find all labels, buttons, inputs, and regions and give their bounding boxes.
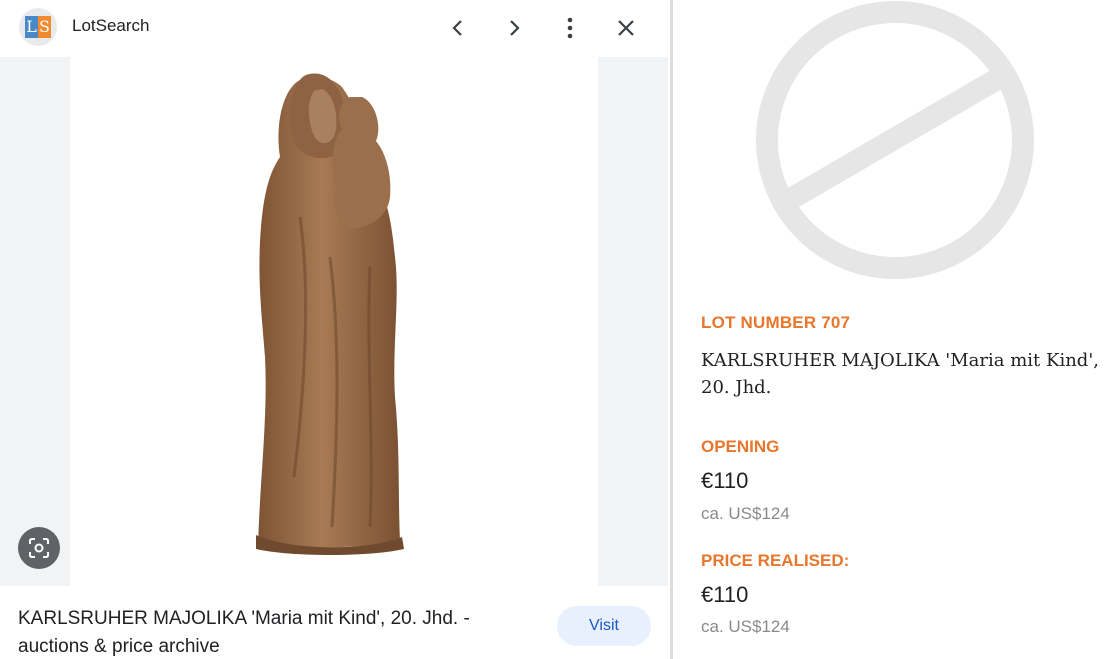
- chevron-right-icon: [510, 20, 520, 36]
- visual-search-button[interactable]: [18, 527, 60, 569]
- no-image-icon: [756, 1, 1034, 279]
- close-button[interactable]: [610, 12, 642, 44]
- price-realised-value: €110: [701, 582, 749, 607]
- more-options-button[interactable]: [554, 12, 586, 44]
- image-caption[interactable]: KARLSRUHER MAJOLIKA 'Maria mit Kind', 20…: [18, 605, 518, 659]
- logo-letter-s: S: [38, 16, 51, 38]
- lot-number: LOT NUMBER 707: [701, 313, 851, 332]
- site-logo[interactable]: L S: [19, 8, 57, 46]
- price-realised-usd: ca. US$124: [701, 617, 790, 636]
- preview-image[interactable]: [70, 57, 598, 586]
- logo-letter-l: L: [25, 16, 38, 38]
- more-vert-icon: [567, 17, 573, 39]
- price-realised-label: PRICE REALISED:: [701, 551, 850, 570]
- opening-label: OPENING: [701, 437, 780, 456]
- image-area: [0, 57, 668, 586]
- lens-icon: [29, 538, 49, 558]
- next-button[interactable]: [498, 12, 530, 44]
- previous-button[interactable]: [442, 12, 474, 44]
- lot-title: KARLSRUHER MAJOLIKA 'Maria mit Kind', 20…: [701, 350, 1099, 398]
- preview-header: L S LotSearch: [0, 0, 668, 56]
- statue-image: [256, 73, 404, 555]
- lot-detail-page: LOT NUMBER 707 KARLSRUHER MAJOLIKA 'Mari…: [673, 0, 1112, 659]
- site-name[interactable]: LotSearch: [72, 16, 150, 36]
- close-icon: [618, 20, 634, 36]
- image-preview-panel: L S LotSearch KARLSRUHER MAJOLIKA 'Maria…: [0, 0, 668, 659]
- opening-price: €110: [701, 468, 749, 493]
- chevron-left-icon: [452, 20, 462, 36]
- opening-usd: ca. US$124: [701, 504, 790, 523]
- logotype: L S: [25, 16, 51, 38]
- visit-button[interactable]: Visit: [557, 606, 651, 646]
